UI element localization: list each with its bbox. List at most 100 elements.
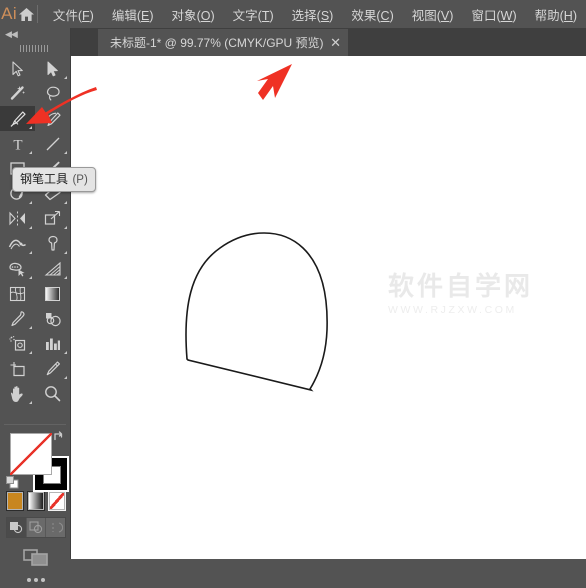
- tooltip-tool-name: 钢笔工具: [20, 172, 69, 186]
- default-fill-stroke-icon[interactable]: [6, 476, 19, 489]
- reflect-tool[interactable]: [0, 206, 35, 231]
- dot: [41, 578, 45, 582]
- more-tools-icon[interactable]: [25, 576, 47, 584]
- menu-mnemonic: E: [141, 8, 150, 23]
- tool-row: [0, 231, 70, 256]
- annotation-arrow-canvas: [257, 64, 292, 100]
- magic-wand-tool[interactable]: [0, 81, 35, 106]
- eyedropper-tool[interactable]: [0, 306, 35, 331]
- close-icon[interactable]: ✕: [324, 29, 348, 56]
- tool-row: [0, 81, 70, 106]
- tool-group-indicator: [29, 201, 32, 204]
- fill-color-swatch[interactable]: [10, 433, 52, 475]
- menu-label: 效果: [351, 8, 377, 23]
- tool-group-indicator: [29, 326, 32, 329]
- artboard-tool[interactable]: [0, 356, 35, 381]
- menu-item-effect[interactable]: 效果(C): [342, 1, 402, 28]
- curvature-tool[interactable]: [35, 106, 70, 131]
- artwork-layer: [185, 64, 328, 392]
- menu-item-select[interactable]: 选择(S): [283, 1, 343, 28]
- pen-tool[interactable]: [0, 106, 35, 131]
- menu-item-object[interactable]: 对象(O): [163, 1, 224, 28]
- home-icon[interactable]: [18, 0, 35, 28]
- draw-behind-button[interactable]: [27, 518, 47, 537]
- tool-row: [0, 106, 70, 131]
- menu-item-edit[interactable]: 编辑(E): [103, 1, 163, 28]
- menu-label: 文字: [232, 8, 258, 23]
- tool-group-indicator: [64, 226, 67, 229]
- menu-item-help[interactable]: 帮助(H): [526, 1, 586, 28]
- slice-tool[interactable]: [35, 356, 70, 381]
- tool-row: T: [0, 131, 70, 156]
- tooltip-shortcut: (P): [72, 174, 88, 186]
- zoom-tool[interactable]: [35, 381, 70, 406]
- panel-grip-handle[interactable]: [20, 45, 50, 52]
- menu-item-type[interactable]: 文字(T): [224, 1, 283, 28]
- direct-selection-tool[interactable]: [35, 56, 70, 81]
- tool-tooltip: 钢笔工具 (P): [12, 167, 96, 192]
- ai-logo: Ai: [1, 4, 18, 23]
- tab-bar-spacer: [70, 28, 98, 56]
- tool-group-indicator: [64, 151, 67, 154]
- dot: [27, 578, 31, 582]
- tool-group-indicator: [29, 401, 32, 404]
- menu-mnemonic: C: [380, 8, 390, 23]
- selection-tool[interactable]: [0, 56, 35, 81]
- tool-group-indicator: [64, 201, 67, 204]
- tool-group-indicator: [29, 151, 32, 154]
- lasso-tool[interactable]: [35, 81, 70, 106]
- dot: [34, 578, 38, 582]
- tool-group-indicator: [29, 276, 32, 279]
- tools-panel: ◀◀ T 钢笔工具 (P): [0, 28, 96, 582]
- tool-row: [0, 256, 70, 281]
- menu-item-window[interactable]: 窗口(W): [462, 1, 525, 28]
- tool-group-indicator: [29, 126, 32, 129]
- symbol-sprayer-tool[interactable]: [0, 331, 35, 356]
- mesh-tool[interactable]: [0, 281, 35, 306]
- tool-grid: T: [0, 56, 70, 406]
- color-controls: [0, 428, 70, 588]
- menu-mnemonic: S: [320, 8, 330, 23]
- swap-fill-stroke-icon[interactable]: [52, 430, 66, 444]
- drawn-arch-path: [185, 232, 328, 392]
- gradient-swatch[interactable]: [27, 491, 45, 511]
- drawing-mode-buttons: [6, 517, 66, 538]
- shape-builder-tool[interactable]: [0, 256, 35, 281]
- type-tool[interactable]: T: [0, 131, 35, 156]
- gradient-swatch-fill: [29, 493, 43, 509]
- menu-mnemonic: W: [500, 8, 513, 23]
- color-swatch-fill: [8, 493, 22, 509]
- none-slash-icon: [10, 433, 52, 475]
- scale-tool[interactable]: [35, 206, 70, 231]
- menu-label: 帮助: [534, 8, 560, 23]
- hand-tool[interactable]: [0, 381, 35, 406]
- width-tool[interactable]: [0, 231, 35, 256]
- menu-label: 对象: [171, 8, 197, 23]
- collapse-icon[interactable]: ◀◀: [5, 29, 18, 40]
- canvas-artboard[interactable]: 软件自学网 WWW.RJZXW.COM: [70, 56, 586, 559]
- document-tab-bar: 未标题-1* @ 99.77% (CMYK/GPU 预览) ✕: [70, 28, 586, 56]
- line-segment-tool[interactable]: [35, 131, 70, 156]
- tool-group-indicator: [29, 251, 32, 254]
- tools-panel-header: ◀◀: [0, 28, 70, 42]
- tool-group-indicator: [64, 376, 67, 379]
- free-transform-tool[interactable]: [35, 231, 70, 256]
- tool-row: [0, 281, 70, 306]
- svg-text:T: T: [13, 137, 22, 152]
- blend-tool[interactable]: [35, 306, 70, 331]
- tool-row: [0, 381, 70, 406]
- menu-mnemonic: T: [261, 8, 270, 23]
- change-screen-mode-icon[interactable]: [22, 546, 50, 568]
- menu-label: 视图: [411, 8, 437, 23]
- perspective-grid-tool[interactable]: [35, 256, 70, 281]
- column-graph-tool[interactable]: [35, 331, 70, 356]
- menu-item-view[interactable]: 视图(V): [403, 1, 463, 28]
- gradient-tool[interactable]: [35, 281, 70, 306]
- document-tab[interactable]: 未标题-1* @ 99.77% (CMYK/GPU 预览) ✕: [98, 29, 348, 56]
- menu-item-file[interactable]: 文件(F): [44, 1, 103, 28]
- draw-inside-button[interactable]: [46, 518, 65, 537]
- menu-label: 选择: [291, 8, 317, 23]
- none-swatch[interactable]: [48, 491, 66, 511]
- color-swatch[interactable]: [6, 491, 24, 511]
- draw-normal-button[interactable]: [7, 518, 27, 537]
